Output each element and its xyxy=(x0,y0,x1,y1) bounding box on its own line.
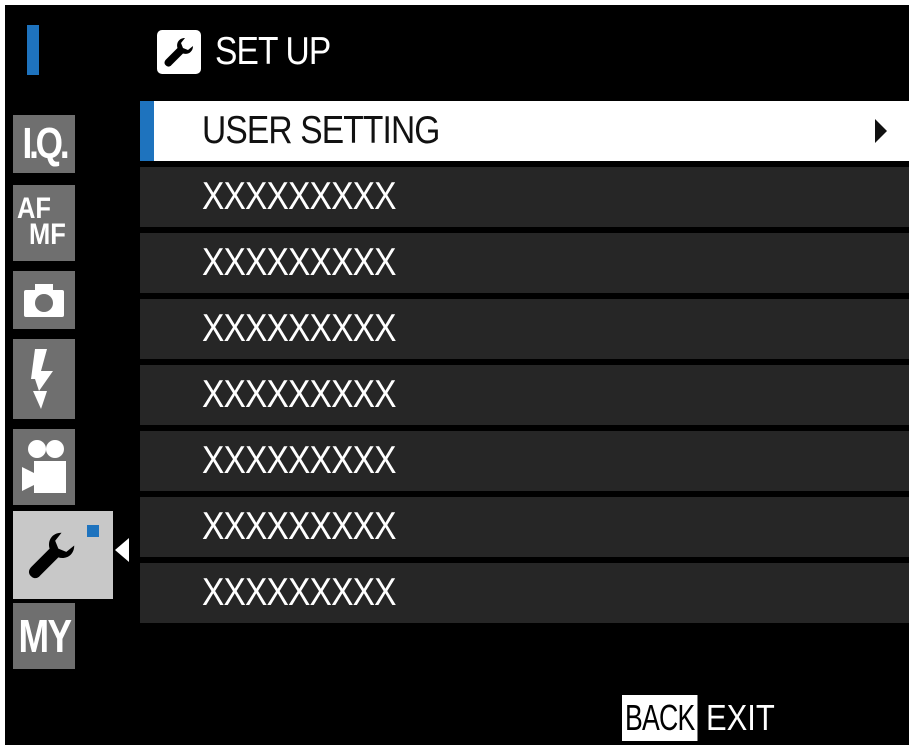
submenu-arrow-icon xyxy=(875,119,887,143)
menu-item-label: XXXXXXXXX xyxy=(202,241,396,284)
tab-label-iq: I.Q. xyxy=(22,119,69,168)
menu-item[interactable]: XXXXXXXXX xyxy=(140,563,909,623)
camera-icon xyxy=(22,281,66,319)
menu-item[interactable]: XXXXXXXXX xyxy=(140,431,909,491)
menu-item[interactable]: XXXXXXXXX xyxy=(140,233,909,293)
menu-item[interactable]: XXXXXXXXX xyxy=(140,299,909,359)
tab-my-menu[interactable]: MY xyxy=(13,603,75,669)
menu-item-label: XXXXXXXXX xyxy=(202,571,396,614)
tab-label-my: MY xyxy=(18,610,72,662)
menu-item[interactable]: XXXXXXXXX xyxy=(140,497,909,557)
exit-label: EXIT xyxy=(706,697,775,738)
tab-flash[interactable] xyxy=(13,339,75,419)
tab-pointer-icon xyxy=(115,538,129,562)
tab-label-mf: MF xyxy=(29,218,66,251)
tab-position-indicator xyxy=(27,25,39,75)
menu-item[interactable]: XXXXXXXXX xyxy=(140,365,909,425)
menu-item-label: XXXXXXXXX xyxy=(202,505,396,548)
camera-menu-screen: SET UP I.Q. AF MF MY USER SETTING XXXXXX… xyxy=(5,5,909,745)
tab-movie[interactable] xyxy=(13,429,75,505)
menu-item-label: XXXXXXXXX xyxy=(202,175,396,218)
setup-menu-list: USER SETTING XXXXXXXXX XXXXXXXXX XXXXXXX… xyxy=(140,101,909,629)
menu-item-label: XXXXXXXXX xyxy=(202,307,396,350)
back-button-badge[interactable]: BACK xyxy=(622,695,698,741)
af-mf-icon: AF MF xyxy=(13,188,75,258)
tab-image-quality[interactable]: I.Q. xyxy=(13,115,75,173)
flash-icon xyxy=(29,347,59,411)
menu-item-label: USER SETTING xyxy=(202,109,440,152)
menu-item-user-setting[interactable]: USER SETTING xyxy=(140,101,909,161)
wrench-icon xyxy=(157,30,201,74)
movie-camera-icon xyxy=(20,435,68,499)
wrench-icon xyxy=(25,528,79,582)
selected-tab-dot xyxy=(87,525,99,537)
menu-header: SET UP xyxy=(157,25,349,79)
footer-hint: BACK EXIT xyxy=(622,693,786,743)
tab-af-mf[interactable]: AF MF xyxy=(13,185,75,261)
menu-item-label: XXXXXXXXX xyxy=(202,439,396,482)
menu-item[interactable]: XXXXXXXXX xyxy=(140,167,909,227)
menu-item-label: XXXXXXXXX xyxy=(202,373,396,416)
tab-shooting[interactable] xyxy=(13,271,75,329)
page-title: SET UP xyxy=(215,30,331,73)
selection-marker xyxy=(140,101,154,161)
